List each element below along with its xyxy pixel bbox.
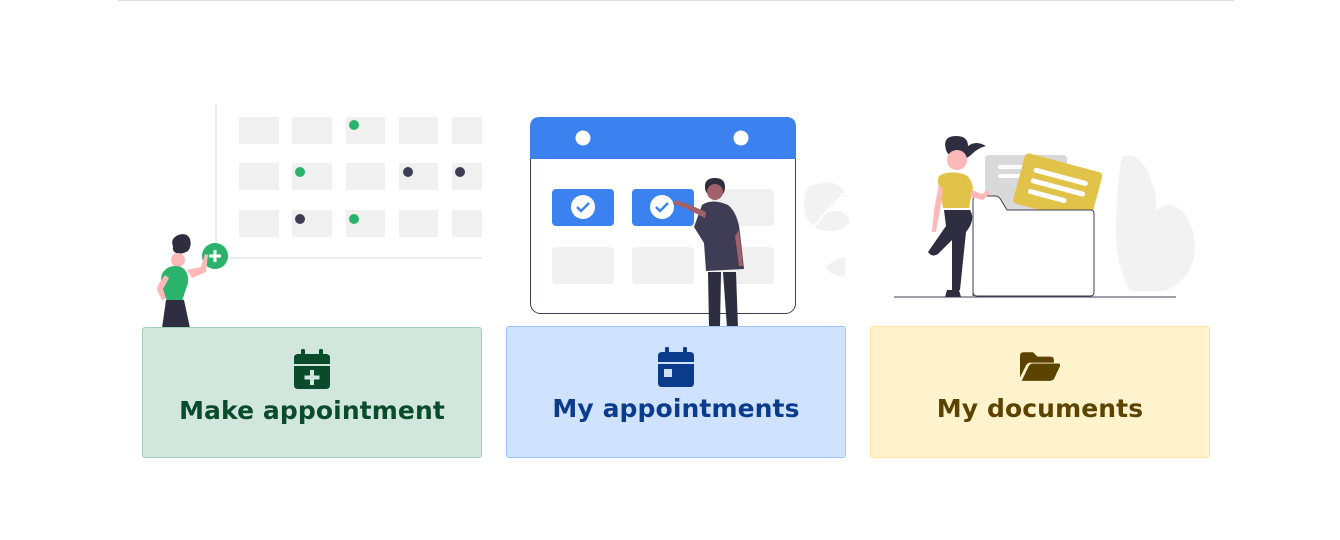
calendar-plus-icon <box>292 348 332 390</box>
my-appointments-card[interactable]: My appointments <box>506 326 846 458</box>
my-documents-label: My documents <box>936 394 1144 423</box>
top-divider <box>118 0 1234 1</box>
my-appointments-label: My appointments <box>552 394 800 423</box>
schedule-illustration <box>157 104 482 328</box>
make-appointment-label: Make appointment <box>179 396 445 425</box>
folder-open-icon <box>1020 346 1060 388</box>
my-documents-card[interactable]: My documents <box>870 326 1210 458</box>
calendar-icon <box>656 346 696 388</box>
calendar-illustration <box>530 117 850 328</box>
make-appointment-card[interactable]: Make appointment <box>142 327 482 458</box>
documents-illustration <box>894 136 1195 298</box>
